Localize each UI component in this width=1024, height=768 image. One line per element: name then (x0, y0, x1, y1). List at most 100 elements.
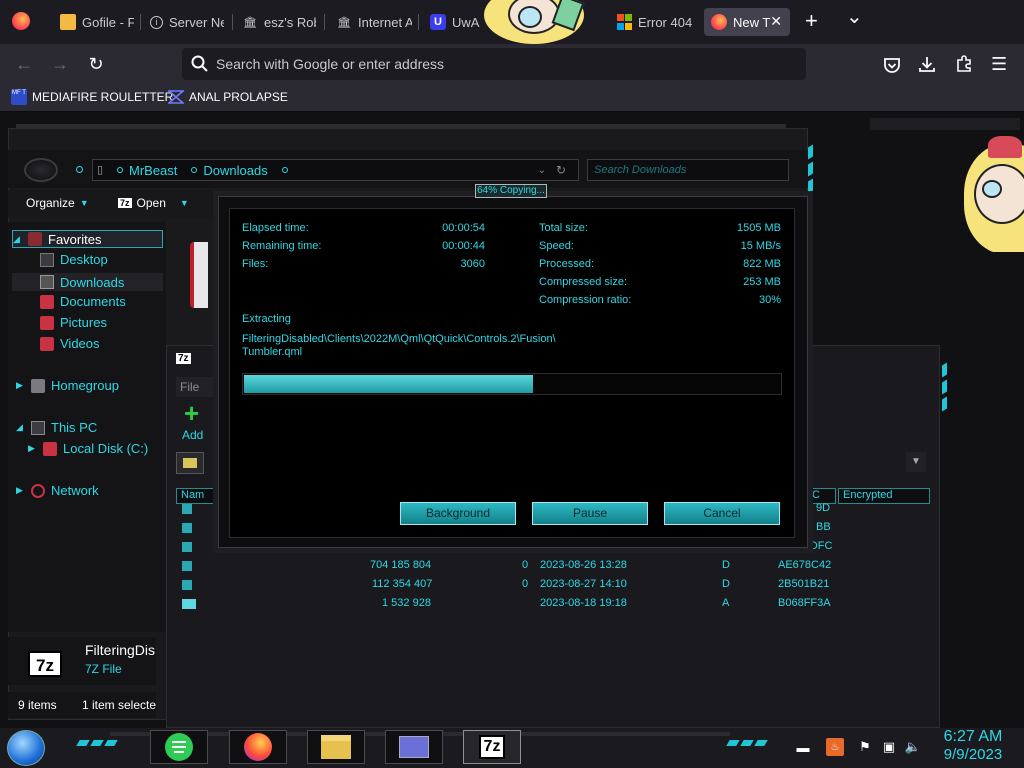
tab-new-tab[interactable]: New T ✕ (704, 8, 790, 36)
nav-network[interactable]: ▶ Network (16, 483, 99, 498)
nav-local-disk[interactable]: ▶ Local Disk (C:) (28, 441, 148, 456)
operation-label: Extracting (242, 313, 291, 325)
search-downloads-input[interactable]: Search Downloads (587, 159, 789, 181)
tab-roblox[interactable]: 🏛 esz's Robl (234, 8, 316, 36)
sevenzip-menu-file[interactable]: File (176, 377, 216, 397)
table-row[interactable]: 1 532 928 2023-08-18 19:18 A B068FF3A (176, 595, 836, 614)
total-size-value: 1505 MB (736, 222, 781, 234)
bookmark-mediafire[interactable]: MF T MEDIAFIRE ROULETTER (11, 89, 173, 105)
tab-gofile[interactable]: Gofile - F (52, 8, 134, 36)
nav-this-pc[interactable]: ◢ This PC (16, 420, 97, 435)
files-label: Files: (242, 258, 269, 270)
remaining-label: Remaining time: (242, 240, 322, 252)
clock-time: 6:27 AM (943, 728, 1003, 745)
explorer-nav-orb-icon[interactable] (24, 158, 58, 182)
network-status-icon[interactable]: ▣ (880, 738, 898, 756)
windows-icon (616, 14, 632, 30)
pause-button[interactable]: Pause (532, 502, 648, 525)
close-tab-icon[interactable]: ✕ (770, 13, 782, 30)
chevron-right-icon: ▶ (28, 443, 35, 453)
show-hidden-icons-icon[interactable]: ▬ (794, 738, 812, 756)
volume-icon[interactable]: 🔈 (904, 738, 922, 756)
taskbar-sevenzip-app[interactable]: 7z (463, 730, 521, 764)
dialog-red-accent (190, 242, 208, 308)
taskbar-firefox-app[interactable] (229, 730, 287, 764)
pocket-icon[interactable] (883, 56, 901, 74)
bookmarks-toolbar: MF T MEDIAFIRE ROULETTER ANAL PROLAPSE (0, 84, 1024, 112)
list-all-tabs-button[interactable]: ⌄ (846, 4, 863, 29)
folder-path-icon: ▯ (97, 164, 104, 176)
compression-ratio-value: 30% (758, 294, 781, 306)
chevron-down-icon: ◢ (16, 422, 23, 432)
taskbar-file-explorer-app[interactable] (307, 730, 365, 764)
table-row[interactable]: 704 185 804 0 2023-08-26 13:28 D AE678C4… (176, 557, 836, 576)
column-encrypted[interactable]: Encrypted (838, 488, 930, 504)
flag-icon[interactable]: ⚑ (856, 738, 874, 756)
total-size-label: Total size: (539, 222, 588, 234)
taskbar-control-panel-app[interactable] (385, 730, 443, 764)
path-dropdown-icon[interactable]: ▼ (906, 452, 926, 472)
table-row[interactable]: 112 354 407 0 2023-08-27 14:10 D 2B501B2… (176, 576, 836, 595)
sevenzip-icon: 7z (118, 198, 132, 208)
speed-value: 15 MB/s (740, 240, 781, 252)
nav-downloads[interactable]: Downloads (12, 273, 163, 291)
mediafire-icon: MF T (11, 89, 27, 105)
cancel-button[interactable]: Cancel (664, 502, 780, 525)
address-bar[interactable]: Search with Google or enter address (182, 48, 806, 80)
compressed-size-label: Compressed size: (539, 276, 628, 288)
folder-up-icon[interactable] (176, 452, 204, 474)
speed-label: Speed: (539, 240, 574, 252)
tab-error-404[interactable]: Error 404 (610, 8, 696, 36)
cartoon-sticker-image (478, 0, 598, 48)
file-explorer-icon (321, 735, 351, 759)
back-arrow-icon[interactable]: ← (12, 52, 36, 76)
nav-homegroup[interactable]: ▶ Homegroup (16, 378, 119, 393)
selected-file-type: 7Z File (85, 662, 122, 676)
nav-pictures[interactable]: Pictures (40, 315, 107, 330)
documents-icon (40, 294, 54, 309)
firefox-menu-icon[interactable] (12, 12, 30, 30)
hamburger-menu-icon[interactable]: ☰ (991, 54, 1007, 75)
reload-icon[interactable]: ↻ (84, 52, 108, 76)
add-button-label[interactable]: Add (182, 428, 203, 442)
nav-favorites[interactable]: ◢ Favorites (12, 230, 163, 248)
refresh-icon[interactable]: ↻ (556, 163, 566, 177)
background-button[interactable]: Background (400, 502, 516, 525)
current-file-path: FilteringDisabled\Clients\2022M\Qml\QtQu… (242, 333, 556, 345)
nav-desktop[interactable]: Desktop (40, 252, 108, 267)
item-count: 9 items (18, 698, 57, 712)
museum-icon: 🏛 (243, 16, 257, 29)
extensions-icon[interactable] (955, 55, 973, 73)
downloads-icon[interactable] (918, 55, 936, 73)
tab-uwa[interactable]: U UwA (424, 8, 484, 36)
museum-icon: 🏛 (337, 16, 351, 29)
status-bar: 9 items 1 item selecte (8, 692, 156, 718)
address-dropdown-icon[interactable]: ⌄ (538, 165, 546, 176)
chevron-down-icon: ▼ (79, 198, 89, 208)
organize-button[interactable]: Organize ▼ (26, 196, 89, 210)
add-plus-icon[interactable]: + (184, 400, 199, 426)
tab-internet-archive[interactable]: 🏛 Internet A (330, 8, 412, 36)
start-orb-button[interactable] (7, 730, 45, 766)
open-button[interactable]: 7z Open ▼ (118, 196, 189, 210)
chevron-bookmark-icon (168, 90, 184, 104)
processed-label: Processed: (539, 258, 595, 270)
folder-icon (182, 504, 192, 514)
breadcrumb-downloads[interactable]: Downloads (203, 163, 267, 178)
control-panel-icon (399, 736, 429, 758)
progress-bar (242, 373, 782, 395)
breadcrumb[interactable]: ▯ MrBeast Downloads ⌄ ↻ (92, 159, 579, 181)
new-tab-button[interactable]: + (805, 10, 818, 32)
chevron-right-icon: ▶ (16, 485, 23, 495)
forward-arrow-icon[interactable]: → (48, 52, 72, 76)
system-clock[interactable]: 6:27 AM 9/9/2023 (938, 728, 1008, 763)
tab-server[interactable]: i Server Ne (142, 8, 224, 36)
desktop-icon (40, 252, 54, 267)
nav-documents[interactable]: Documents (40, 294, 126, 309)
taskbar-notes-app[interactable] (150, 730, 208, 764)
bookmark-prolapse[interactable]: ANAL PROLAPSE (168, 89, 288, 105)
app-tray-icon[interactable]: ♨ (826, 738, 844, 756)
elapsed-value: 00:00:54 (442, 222, 485, 234)
breadcrumb-mrbeast[interactable]: MrBeast (129, 163, 177, 178)
nav-videos[interactable]: Videos (40, 336, 100, 351)
